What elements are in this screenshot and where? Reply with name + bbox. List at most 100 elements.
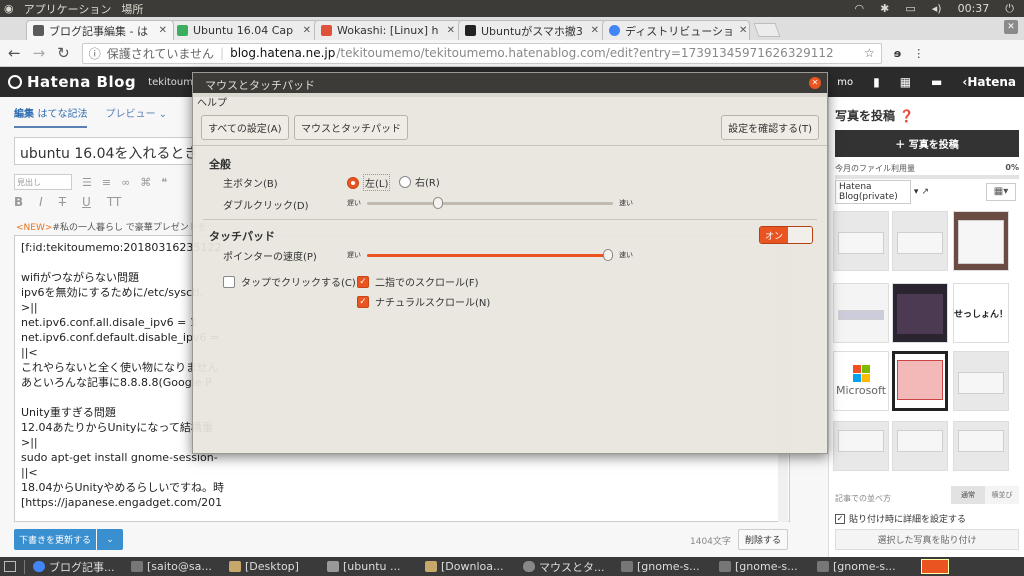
delete-button[interactable]: 削除する (738, 529, 788, 550)
news-banner[interactable]: <NEW>#私の一人暮らし で豪華プレゼントを (16, 220, 207, 233)
applications-menu[interactable]: アプリケーション (24, 1, 112, 17)
extension-icon[interactable]: ɘ (894, 47, 901, 60)
taskbar-item[interactable]: [gnome-s... (621, 560, 711, 573)
browser-tab[interactable]: Ubuntuがスマホ撤3 ✕ (458, 20, 606, 40)
tab-edit[interactable]: 編集 はてな記法 (14, 105, 88, 128)
photo-thumbnail[interactable] (953, 351, 1009, 411)
taskbar-item[interactable]: [Downloa... (425, 560, 515, 573)
back-icon[interactable]: ← (8, 44, 21, 62)
slider-knob[interactable] (433, 196, 444, 209)
photo-thumbnail[interactable] (892, 351, 948, 411)
close-icon[interactable]: ✕ (809, 77, 821, 89)
window-close-button[interactable]: ✕ (1004, 20, 1018, 34)
sort-normal-button[interactable]: 通常 (951, 486, 985, 504)
clock[interactable]: 00:37 (958, 2, 990, 15)
double-click-slider[interactable]: 遅い 速い (347, 196, 633, 209)
photo-thumbnail[interactable] (892, 421, 948, 471)
pointer-speed-slider[interactable]: 遅い 速い (347, 248, 633, 261)
radio-right[interactable]: 右(R) (399, 174, 440, 189)
italic-icon[interactable]: I (39, 195, 43, 209)
external-link-icon[interactable]: ↗ (921, 187, 929, 197)
battery-icon[interactable]: ▭ (905, 2, 915, 15)
natural-scroll-checkbox[interactable]: ✓ ナチュラルスクロール(N) (357, 294, 490, 309)
update-draft-button[interactable]: 下書きを更新する (14, 529, 96, 550)
show-desktop-icon[interactable] (4, 561, 16, 572)
paste-selected-button[interactable]: 選択した写真を貼り付け (835, 529, 1019, 550)
quote-icon[interactable]: ❝ (161, 176, 167, 189)
hatena-brand[interactable]: ‹Hatena (962, 75, 1016, 89)
browser-tab[interactable]: Ubuntu 16.04 Cap ✕ (170, 20, 318, 40)
bold-icon[interactable]: B (14, 195, 23, 209)
places-menu[interactable]: 場所 (121, 1, 143, 17)
heading-select[interactable]: 見出し (14, 174, 72, 190)
slider-knob[interactable] (603, 248, 613, 261)
checkbox[interactable]: ✓ (835, 513, 845, 524)
strike-icon[interactable]: T (59, 195, 66, 209)
album-select[interactable]: Hatena Blog(private) ▾ ↗ (835, 180, 929, 204)
url-input[interactable]: ⓘ 保護されていません | blog.hatena.ne.jp/tekitoum… (81, 42, 882, 64)
ubuntu-logo-icon[interactable]: ◉ (4, 2, 14, 15)
slider-track[interactable] (367, 248, 613, 261)
power-icon[interactable]: ⏻ (1005, 2, 1014, 16)
embed-icon[interactable]: ⌘ (140, 176, 151, 189)
volume-icon[interactable]: ◂) (932, 2, 942, 15)
help-menu[interactable]: ヘルプ (197, 94, 227, 109)
taskbar-item[interactable]: [gnome-s... (817, 560, 907, 573)
photo-thumbnail[interactable] (892, 211, 948, 271)
mouse-touchpad-button[interactable]: マウスとタッチパッド (294, 115, 408, 140)
sort-horizontal-button[interactable]: 横並び (985, 486, 1019, 504)
detail-checkbox-row[interactable]: ✓ 貼り付け時に詳細を設定する (835, 512, 966, 525)
close-icon[interactable]: ✕ (739, 25, 747, 36)
workspace-switcher[interactable] (921, 559, 949, 574)
ordered-list-icon[interactable]: ≡ (102, 176, 111, 189)
close-icon[interactable]: ✕ (159, 25, 167, 36)
list-icon[interactable]: ☰ (82, 176, 92, 189)
close-icon[interactable]: ✕ (303, 25, 311, 36)
radio-left[interactable]: 左(L) (347, 174, 391, 191)
slider-track[interactable] (367, 196, 613, 209)
dialog-title[interactable]: マウスとタッチパッド (193, 73, 827, 93)
post-photo-button[interactable]: ＋ 写真を投稿 (835, 130, 1019, 157)
photo-thumbnail[interactable] (892, 283, 948, 343)
tab-preview[interactable]: プレビュー ⌄ (105, 105, 167, 128)
taskbar-item[interactable]: [saito@sa... (131, 560, 221, 573)
apps-grid-icon[interactable]: ▦ (900, 75, 911, 89)
bookmark-icon[interactable]: ▮ (873, 75, 880, 89)
update-options-chevron-icon[interactable]: ⌄ (97, 529, 123, 550)
taskbar-item[interactable]: [Desktop] (229, 560, 319, 573)
reload-icon[interactable]: ↻ (57, 44, 70, 62)
new-tab-button[interactable] (753, 23, 781, 37)
photo-thumbnail[interactable] (833, 421, 889, 471)
wifi-icon[interactable]: ◠ (855, 2, 865, 15)
all-settings-button[interactable]: すべての設定(A) (201, 115, 289, 140)
info-icon[interactable]: ⓘ (89, 45, 101, 62)
bluetooth-icon[interactable]: ✱ (880, 2, 889, 15)
underline-icon[interactable]: U (82, 195, 91, 209)
hatena-blog-logo[interactable]: Hatena Blog (8, 73, 136, 91)
photo-thumbnail[interactable] (833, 211, 889, 271)
browser-tab[interactable]: ディストリビューショ ✕ (602, 20, 750, 40)
close-icon[interactable]: ✕ (591, 25, 599, 36)
photo-thumbnail[interactable] (953, 421, 1009, 471)
grid-view-icon[interactable]: ▦▾ (986, 183, 1016, 201)
test-settings-button[interactable]: 設定を確認する(T) (721, 115, 819, 140)
taskbar-item[interactable]: ブログ記事... (33, 559, 123, 575)
text-size-icon[interactable]: TT (107, 195, 121, 209)
browser-tab[interactable]: ブログ記事編集 - は ✕ (26, 20, 174, 40)
taskbar-item[interactable]: [gnome-s... (719, 560, 809, 573)
touchpad-toggle[interactable]: オン (759, 226, 813, 244)
tap-to-click-checkbox[interactable]: タップでクリックする(C) (223, 274, 356, 289)
photo-thumbnail[interactable]: Microsoft (833, 351, 889, 411)
comment-icon[interactable]: ▬ (931, 75, 942, 89)
memo-link[interactable]: mo (837, 77, 853, 88)
chrome-menu-icon[interactable]: ⋮ (913, 47, 924, 60)
title-input[interactable]: ubuntu 16.04を入れるときにや (14, 137, 196, 165)
two-finger-scroll-checkbox[interactable]: ✓ 二指でのスクロール(F) (357, 274, 479, 289)
browser-tab[interactable]: Wokashi: [Linux] h ✕ (314, 20, 462, 40)
photo-thumbnail[interactable] (953, 211, 1009, 271)
bookmark-star-icon[interactable]: ☆ (864, 46, 875, 60)
help-icon[interactable]: ❓ (899, 109, 914, 123)
taskbar-item[interactable]: マウスとタ... (523, 559, 613, 575)
forward-icon[interactable]: → (33, 44, 46, 62)
close-icon[interactable]: ✕ (447, 25, 455, 36)
